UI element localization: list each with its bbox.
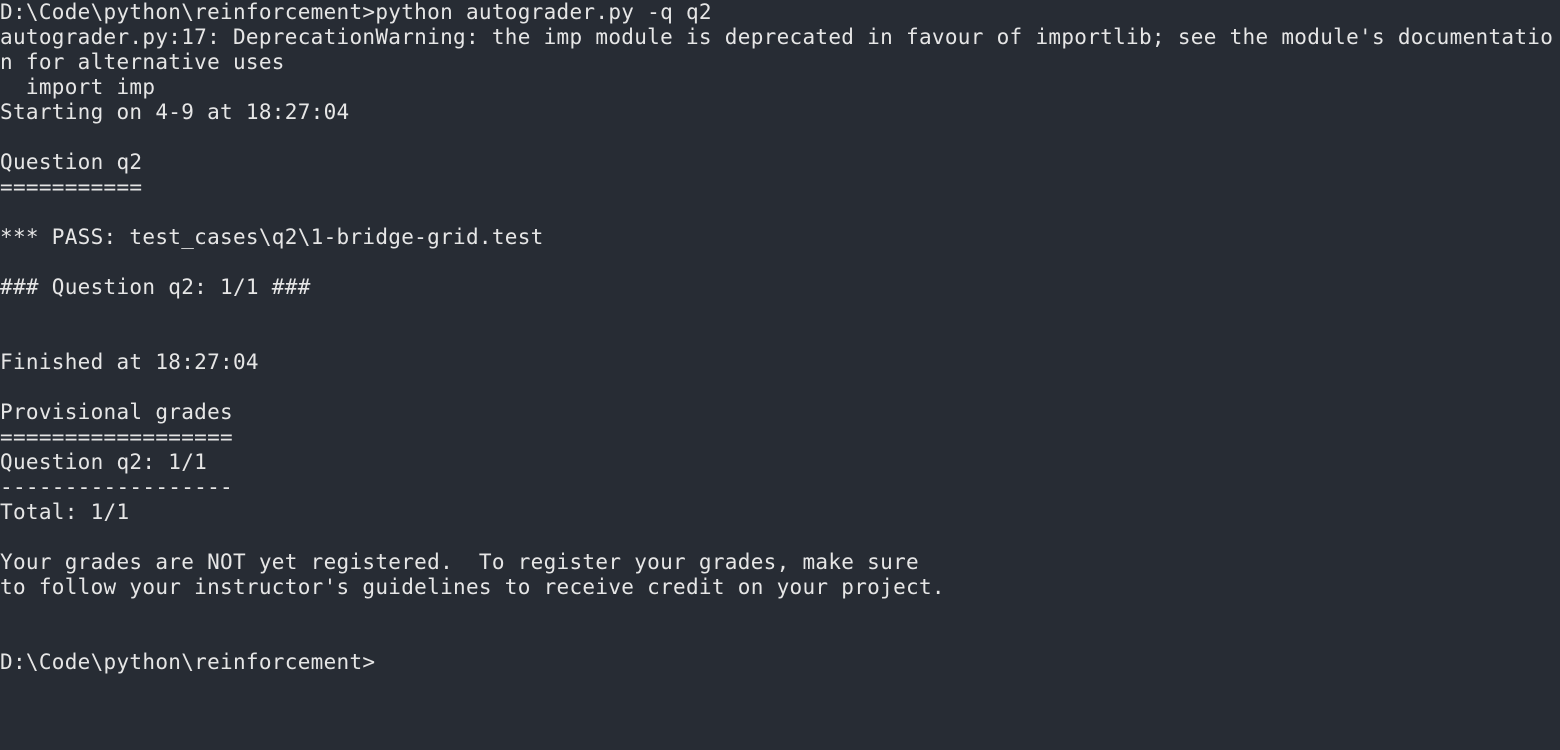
terminal-prompt-line[interactable]: D:\Code\python\reinforcement> <box>0 650 375 675</box>
terminal-output-line: autograder.py:17: DeprecationWarning: th… <box>0 25 1554 49</box>
terminal-output-line: Question q2 <box>0 150 143 174</box>
terminal-output-line: Your grades are NOT yet registered. To r… <box>0 550 919 574</box>
terminal-output-line: ------------------ <box>0 475 233 499</box>
terminal-output-line: =========== <box>0 175 143 199</box>
terminal-output-line: ### Question q2: 1/1 ### <box>0 275 311 299</box>
terminal-window[interactable]: D:\Code\python\reinforcement>python auto… <box>0 0 1560 750</box>
terminal-command-line: D:\Code\python\reinforcement>python auto… <box>0 0 712 24</box>
terminal-output-line: import imp <box>0 75 156 99</box>
terminal-output-line: *** PASS: test_cases\q2\1-bridge-grid.te… <box>0 225 544 249</box>
terminal-output-line: Provisional grades <box>0 400 233 424</box>
terminal-output-line: Question q2: 1/1 <box>0 450 208 474</box>
terminal-output-line: Starting on 4-9 at 18:27:04 <box>0 100 350 124</box>
terminal-output-line: Finished at 18:27:04 <box>0 350 259 374</box>
terminal-output-line: to follow your instructor's guidelines t… <box>0 575 945 599</box>
terminal-output-line: n for alternative uses <box>0 50 285 74</box>
terminal-output-line: Total: 1/1 <box>0 500 130 524</box>
terminal-output-line: ================== <box>0 425 233 449</box>
